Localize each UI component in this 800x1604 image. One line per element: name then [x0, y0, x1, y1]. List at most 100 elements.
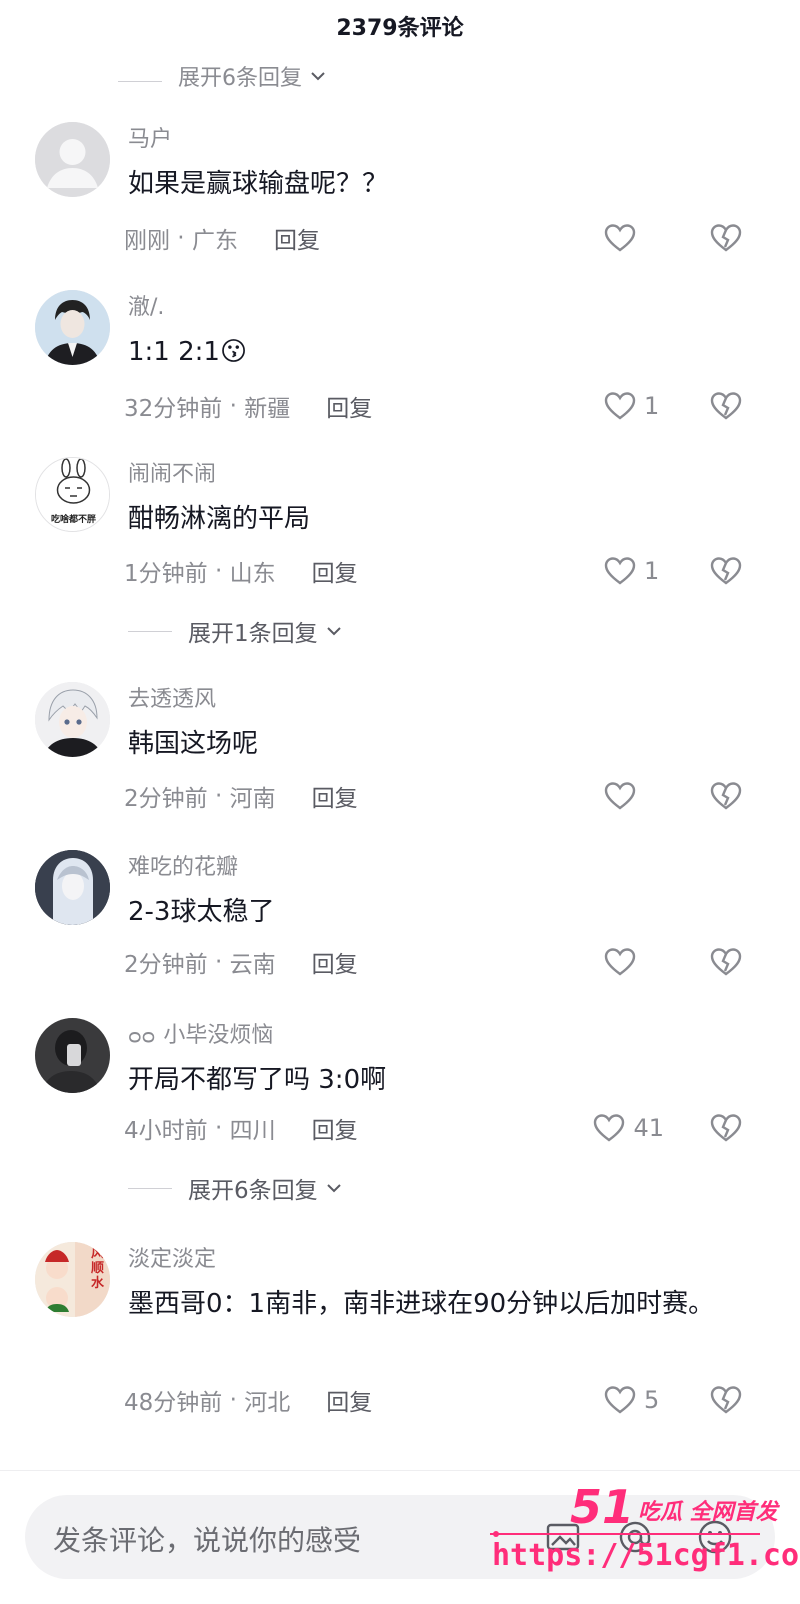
expand-replies-label: 展开1条回复	[188, 621, 318, 647]
username[interactable]: 澈/.	[128, 292, 768, 324]
reply-button[interactable]: 回复	[274, 221, 320, 255]
comment-location: 云南	[229, 952, 276, 978]
meta-separator: ·	[222, 1387, 245, 1413]
username-text: 小毕没烦恼	[163, 1023, 274, 1048]
chevron-down-icon	[326, 627, 341, 636]
reply-button[interactable]: 回复	[326, 389, 372, 423]
like-button[interactable]	[602, 778, 744, 814]
comment-location: 广东	[191, 228, 238, 254]
comment-text: 1:1 2:1😗	[128, 330, 768, 374]
comment-text: 墨西哥0：1南非，南非进球在90分钟以后加时赛。	[128, 1289, 715, 1319]
heart-icon	[604, 392, 636, 420]
comment-meta: 1分钟前 · 山东 回复	[124, 553, 358, 589]
mirror-selfie-avatar-icon	[35, 1018, 110, 1093]
comment-list[interactable]: 展开6条回复 马户 如果是赢球输盘呢？？ 刚刚 · 广东 回复 澈/. 1:1 …	[0, 0, 800, 1470]
username[interactable]: 去透透风	[128, 684, 768, 716]
meta-separator: ·	[222, 393, 245, 419]
comment-meta: 4小时前 · 四川 回复	[124, 1110, 358, 1146]
divider	[128, 630, 172, 632]
comment-location: 新疆	[244, 396, 291, 422]
comment-meta: 2分钟前 · 云南 回复	[124, 944, 358, 980]
avatar[interactable]: 风顺水	[35, 1242, 110, 1317]
expand-replies-label: 展开6条回复	[178, 66, 302, 91]
username[interactable]: 马户	[128, 124, 768, 156]
watermark-url: https://51cgf1.com	[492, 1538, 800, 1573]
meta-separator: ·	[207, 558, 230, 584]
like-button[interactable]: 41	[591, 1110, 744, 1146]
avatar[interactable]	[35, 682, 110, 757]
heart-icon	[604, 224, 636, 252]
comment-text: 酣畅淋漓的平局	[128, 504, 311, 534]
broken-heart-icon[interactable]	[708, 1110, 744, 1146]
comment-time: 4小时前	[124, 1118, 208, 1144]
watermark-slogan: 吃瓜 全网首发	[638, 1500, 778, 1525]
heart-icon	[604, 782, 636, 810]
comment-count-title: 2379条评论	[336, 16, 464, 41]
meta-separator: ·	[207, 1115, 230, 1141]
username[interactable]: 难吃的花瓣	[128, 852, 768, 884]
dark-portrait-avatar-icon	[35, 850, 110, 925]
watermark-underline	[490, 1531, 760, 1537]
avatar[interactable]	[35, 290, 110, 365]
comment-location: 四川	[229, 1118, 276, 1144]
meta-separator: ·	[170, 225, 192, 251]
reply-button[interactable]: 回复	[312, 1111, 358, 1145]
avatar[interactable]	[35, 850, 110, 925]
chevron-down-icon	[311, 72, 325, 81]
heart-icon	[604, 1386, 636, 1414]
username[interactable]: 闹闹不闹	[128, 459, 768, 491]
avatar[interactable]	[35, 122, 110, 197]
comment-meta: 刚刚 · 广东 回复	[124, 220, 320, 256]
like-count: 1	[644, 557, 660, 585]
comment-text: 韩国这场呢	[128, 729, 259, 759]
comment-location: 河南	[229, 786, 276, 812]
emoji: 😗	[219, 337, 248, 367]
watermark-number: 51	[570, 1480, 635, 1534]
comment-text-content: 1:1 2:1	[128, 337, 220, 367]
like-button[interactable]: 1	[602, 388, 744, 424]
reply-button[interactable]: 回复	[312, 945, 358, 979]
broken-heart-icon[interactable]	[708, 220, 744, 256]
portrait-avatar-icon	[35, 290, 110, 365]
reply-button[interactable]: 回复	[326, 1383, 372, 1417]
like-button[interactable]	[602, 944, 744, 980]
comments-header: 2379条评论	[0, 0, 800, 52]
comment-meta: 2分钟前 · 河南 回复	[124, 778, 358, 814]
reply-button[interactable]: 回复	[312, 779, 358, 813]
comment-text: 2-3球太稳了	[128, 897, 275, 927]
like-count: 41	[633, 1114, 664, 1142]
avatar[interactable]	[35, 1018, 110, 1093]
comment-time: 1分钟前	[124, 561, 208, 587]
broken-heart-icon[interactable]	[708, 1382, 744, 1418]
like-button[interactable]: 5	[602, 1382, 744, 1418]
divider	[118, 81, 162, 82]
like-count: 5	[644, 1386, 660, 1414]
broken-heart-icon[interactable]	[708, 944, 744, 980]
broken-heart-icon[interactable]	[708, 388, 744, 424]
comment-input-placeholder: 发条评论，说说你的感受	[53, 1524, 362, 1557]
expand-replies-button[interactable]: 展开1条回复	[128, 613, 344, 649]
broken-heart-icon[interactable]	[708, 553, 744, 589]
meta-separator: ·	[207, 783, 230, 809]
heart-icon	[604, 557, 636, 585]
divider	[128, 1187, 172, 1189]
username[interactable]: ᴑᴑ 小毕没烦恼	[128, 1020, 768, 1052]
anime-avatar-icon	[35, 682, 110, 757]
chevron-down-icon	[326, 1184, 341, 1193]
broken-heart-icon[interactable]	[708, 778, 744, 814]
watermark: 51 吃瓜 全网首发 https://51cgf1.com	[490, 1480, 800, 1594]
meta-separator: ·	[207, 949, 230, 975]
like-button[interactable]: 1	[602, 553, 744, 589]
comment-time: 2分钟前	[124, 786, 208, 812]
like-button[interactable]	[602, 220, 744, 256]
username[interactable]: 淡定淡定	[128, 1244, 768, 1276]
comment-time: 2分钟前	[124, 952, 208, 978]
reply-button[interactable]: 回复	[312, 554, 358, 588]
avatar-caption: 风顺水	[91, 1246, 105, 1291]
avatar[interactable]: 吃啥都不胖	[35, 457, 110, 532]
expand-replies-button[interactable]: 展开6条回复	[128, 1170, 344, 1206]
expand-replies-top[interactable]: 展开6条回复	[118, 58, 328, 92]
comment-time: 48分钟前	[124, 1390, 223, 1416]
like-count: 1	[644, 392, 660, 420]
heart-icon	[594, 1114, 625, 1142]
